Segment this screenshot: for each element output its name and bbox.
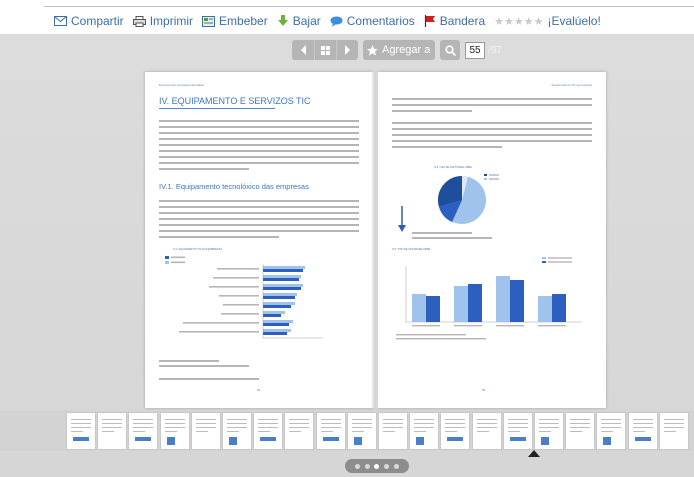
- bar-group: [179, 266, 305, 335]
- print-label: Imprimir: [149, 14, 194, 28]
- heading-rule: [159, 108, 275, 109]
- current-thumb-indicator: [528, 450, 540, 457]
- page-thumbnail[interactable]: [253, 412, 283, 450]
- flag-button[interactable]: Bandera: [424, 14, 485, 28]
- page-thumbnail[interactable]: [66, 412, 96, 450]
- right-bar-caption: IV.3. TIPO DE SOFTWARE LIBRE: [392, 248, 431, 251]
- page-thumbnail[interactable]: [659, 412, 689, 450]
- pager-dot[interactable]: [374, 463, 380, 469]
- left-page-subheading: IV.1. Equipamento tecnolóxico das empres…: [159, 182, 309, 191]
- page-thumbnail[interactable]: [191, 412, 221, 450]
- left-running-head: Encuesta sobre tecnologías informáticas: [159, 84, 205, 87]
- print-button[interactable]: Imprimir: [132, 14, 194, 28]
- rating-stars[interactable]: ★★★★★: [494, 15, 543, 28]
- grid-view-button[interactable]: [314, 40, 336, 60]
- embed-button[interactable]: Embeber: [202, 14, 268, 28]
- pager-dot[interactable]: [384, 463, 390, 469]
- page-thumbnail[interactable]: [628, 412, 658, 450]
- page-thumbnail[interactable]: [347, 412, 377, 450]
- printer-icon: [132, 15, 146, 27]
- page-thumbnail[interactable]: [503, 412, 533, 450]
- right-page[interactable]: Enquisa sobre as TIC nas empresas IV.2. …: [378, 72, 606, 408]
- flag-icon: [424, 15, 435, 27]
- chevron-left-icon: [300, 45, 306, 55]
- rating-label[interactable]: ¡Evalúelo!: [547, 14, 600, 28]
- share-items: Compartir Imprimir Embeber Bajar Comenta…: [54, 14, 601, 28]
- right-running-head: Enquisa sobre as TIC nas empresas: [551, 84, 592, 87]
- download-button[interactable]: Bajar: [277, 14, 321, 28]
- comments-label: Comentarios: [346, 14, 415, 28]
- page-thumbnail[interactable]: [596, 412, 626, 450]
- page-thumbnail[interactable]: [378, 412, 408, 450]
- chevron-right-icon: [345, 45, 350, 55]
- search-icon: [444, 44, 456, 56]
- pager-dot[interactable]: [364, 463, 370, 469]
- right-pie-caption: IV.2. USO DE SOFTWARE LIBRE: [434, 166, 472, 169]
- comments-button[interactable]: Comentarios: [330, 14, 415, 28]
- share-button[interactable]: Compartir: [54, 14, 124, 28]
- viewer-toolbar: Agregar a 55 /97: [292, 40, 502, 60]
- page-thumbnail[interactable]: [97, 412, 127, 450]
- page-thumbnail[interactable]: [284, 412, 314, 450]
- page-thumbnail[interactable]: [534, 412, 564, 450]
- page-thumbnail[interactable]: [440, 412, 470, 450]
- next-page-button[interactable]: [336, 40, 358, 60]
- left-page-heading: IV. EQUIPAMENTO E SERVIZOS TIC: [159, 96, 311, 106]
- left-page[interactable]: Encuesta sobre tecnologías informáticas …: [145, 72, 373, 408]
- previous-page-button[interactable]: [292, 40, 314, 60]
- page-thumbnail[interactable]: [565, 412, 595, 450]
- search-button[interactable]: [440, 40, 460, 60]
- left-page-number: 54: [257, 388, 261, 392]
- page-thumbnail[interactable]: [160, 412, 190, 450]
- star-icon: [367, 44, 378, 56]
- grid-icon: [321, 45, 330, 55]
- embed-label: Embeber: [219, 14, 268, 28]
- right-page-number: 55: [482, 388, 486, 392]
- add-to-button[interactable]: Agregar a: [363, 40, 435, 60]
- flag-label: Bandera: [439, 14, 486, 28]
- embed-icon: [202, 15, 216, 27]
- page-thumbnail[interactable]: [472, 412, 502, 450]
- pager-dot[interactable]: [354, 463, 360, 469]
- page-total: /97: [488, 44, 502, 56]
- page-thumbnail[interactable]: [222, 412, 252, 450]
- pager-dot[interactable]: [394, 463, 400, 469]
- page-thumbnail[interactable]: [409, 412, 439, 450]
- top-divider: [44, 6, 694, 7]
- page-thumbnail[interactable]: [316, 412, 346, 450]
- page-number-input[interactable]: 55: [465, 41, 485, 59]
- download-arrow-icon: [277, 15, 288, 26]
- page-thumbnail[interactable]: [128, 412, 158, 450]
- add-to-label: Agregar a: [382, 44, 431, 56]
- right-bar-chart: [396, 257, 582, 340]
- share-label: Compartir: [71, 14, 124, 28]
- left-bar-chart: [165, 256, 323, 339]
- download-label: Bajar: [292, 14, 321, 28]
- thumbnail-pager: [345, 459, 409, 473]
- comment-bubble-icon: [330, 16, 343, 27]
- left-chart-caption: IV.1. EQUIPAMENTO TIC NAS EMPRESAS: [173, 248, 222, 251]
- mail-icon: [54, 16, 67, 26]
